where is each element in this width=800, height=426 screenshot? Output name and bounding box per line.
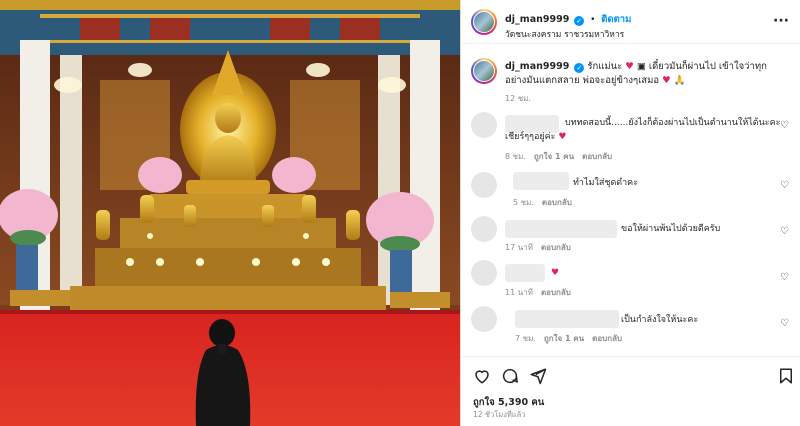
reply-button[interactable]: ตอบกลับ: [582, 152, 612, 161]
post-location[interactable]: วัดชนะสงคราม ราชวรมหาวิหาร: [505, 27, 624, 41]
comment-time: 5 ชม.: [513, 198, 534, 207]
caption-start: รักแม่นะ: [587, 61, 623, 72]
comment-text-line2: เชียร์ๆๆอยู่ค่ะ ♥: [505, 132, 567, 142]
heart-emoji-icon: ♥: [558, 132, 567, 142]
comment-likes[interactable]: ถูกใจ 1 คน: [544, 334, 584, 343]
red-heart-emoji-icon: ♥: [662, 75, 671, 86]
comment-meta: 5 ชม. ตอบกลับ: [513, 196, 572, 209]
post-actions: ถูกใจ 5,390 คน 12 ชั่วโมงที่แล้ว: [461, 356, 800, 426]
reply-button[interactable]: ตอบกลับ: [541, 243, 571, 252]
comment-avatar[interactable]: [471, 306, 497, 332]
comment-avatar[interactable]: [471, 112, 497, 138]
comment-text: บททดสอบนี้......ยังไงก็ต้องผ่านไปเป็นตำน…: [565, 118, 781, 128]
post-header: dj_man9999 ✓ • ติดตาม วัดชนะสงคราม ราชวร…: [461, 0, 800, 44]
comment-username-blurred[interactable]: [513, 172, 569, 190]
comment-text: ขอให้ผ่านพ้นไปด้วยดีครับ: [621, 224, 721, 234]
like-comment-heart-icon[interactable]: ♡: [780, 180, 789, 191]
comment-time: 8 ชม.: [505, 152, 526, 161]
like-comment-heart-icon[interactable]: ♡: [780, 318, 789, 329]
comment-likes[interactable]: ถูกใจ 1 คน: [534, 152, 574, 161]
post-photo[interactable]: [0, 0, 460, 426]
red-heart-emoji-icon: ♥: [625, 61, 634, 72]
reply-button[interactable]: ตอบกลับ: [541, 288, 571, 297]
like-comment-heart-icon[interactable]: ♡: [780, 120, 789, 131]
reply-button[interactable]: ตอบกลับ: [592, 334, 622, 343]
comment-avatar[interactable]: [471, 260, 497, 286]
comment-avatar[interactable]: [471, 172, 497, 198]
photo-emoji-icon: ▣: [636, 61, 646, 72]
comment-username-blurred[interactable]: [505, 264, 545, 282]
comment-text: เป็นกำลังใจให้นะคะ: [621, 315, 699, 325]
likes-count[interactable]: ถูกใจ 5,390 คน: [473, 395, 544, 410]
comment-text: ♥: [551, 266, 559, 280]
more-options-icon[interactable]: ···: [773, 13, 789, 29]
comment-meta: 8 ชม. ถูกใจ 1 คน ตอบกลับ: [505, 150, 612, 163]
caption-username[interactable]: dj_man9999: [505, 61, 569, 72]
comment-meta: 7 ชม. ถูกใจ 1 คน ตอบกลับ: [515, 332, 622, 345]
caption-avatar[interactable]: [471, 58, 497, 84]
like-comment-heart-icon[interactable]: ♡: [780, 226, 789, 237]
comment-time: 7 ชม.: [515, 334, 536, 343]
caption-time: 12 ชม.: [505, 94, 531, 103]
separator-dot: •: [590, 15, 596, 25]
post-side-panel: dj_man9999 ✓ • ติดตาม วัดชนะสงคราม ราชวร…: [460, 0, 800, 426]
comment-text: ทำไมใส่ชุดดำคะ: [573, 178, 639, 188]
comment-meta: 11 นาที ตอบกลับ: [505, 286, 571, 299]
follow-button[interactable]: ติดตาม: [601, 14, 631, 25]
heart-icon[interactable]: [473, 367, 491, 385]
bookmark-icon[interactable]: [777, 367, 795, 385]
verified-badge-icon: ✓: [574, 63, 585, 73]
temple-photo-illustration: [0, 0, 460, 426]
verified-badge-icon: ✓: [574, 16, 585, 26]
comment-time: 11 นาที: [505, 288, 533, 297]
comment-username-blurred[interactable]: [515, 310, 619, 328]
praying-hands-emoji-icon: 🙏: [673, 75, 686, 86]
heart-emoji-icon: ♥: [551, 268, 560, 278]
post-timestamp: 12 ชั่วโมงที่แล้ว: [473, 410, 526, 419]
reply-button[interactable]: ตอบกลับ: [542, 198, 572, 207]
comment-username-blurred[interactable]: [505, 220, 617, 238]
comment-icon[interactable]: [501, 367, 519, 385]
comment-time: 17 นาที: [505, 243, 533, 252]
author-avatar[interactable]: [471, 9, 497, 35]
share-icon[interactable]: [529, 367, 547, 385]
like-comment-heart-icon[interactable]: ♡: [780, 272, 789, 283]
comment-meta: 17 นาที ตอบกลับ: [505, 241, 571, 254]
caption-text: dj_man9999 ✓ รักแม่นะ ♥ ▣ เดี๋ยวมันก็ผ่า…: [505, 60, 785, 88]
comment-avatar[interactable]: [471, 216, 497, 242]
author-username[interactable]: dj_man9999: [505, 14, 569, 25]
